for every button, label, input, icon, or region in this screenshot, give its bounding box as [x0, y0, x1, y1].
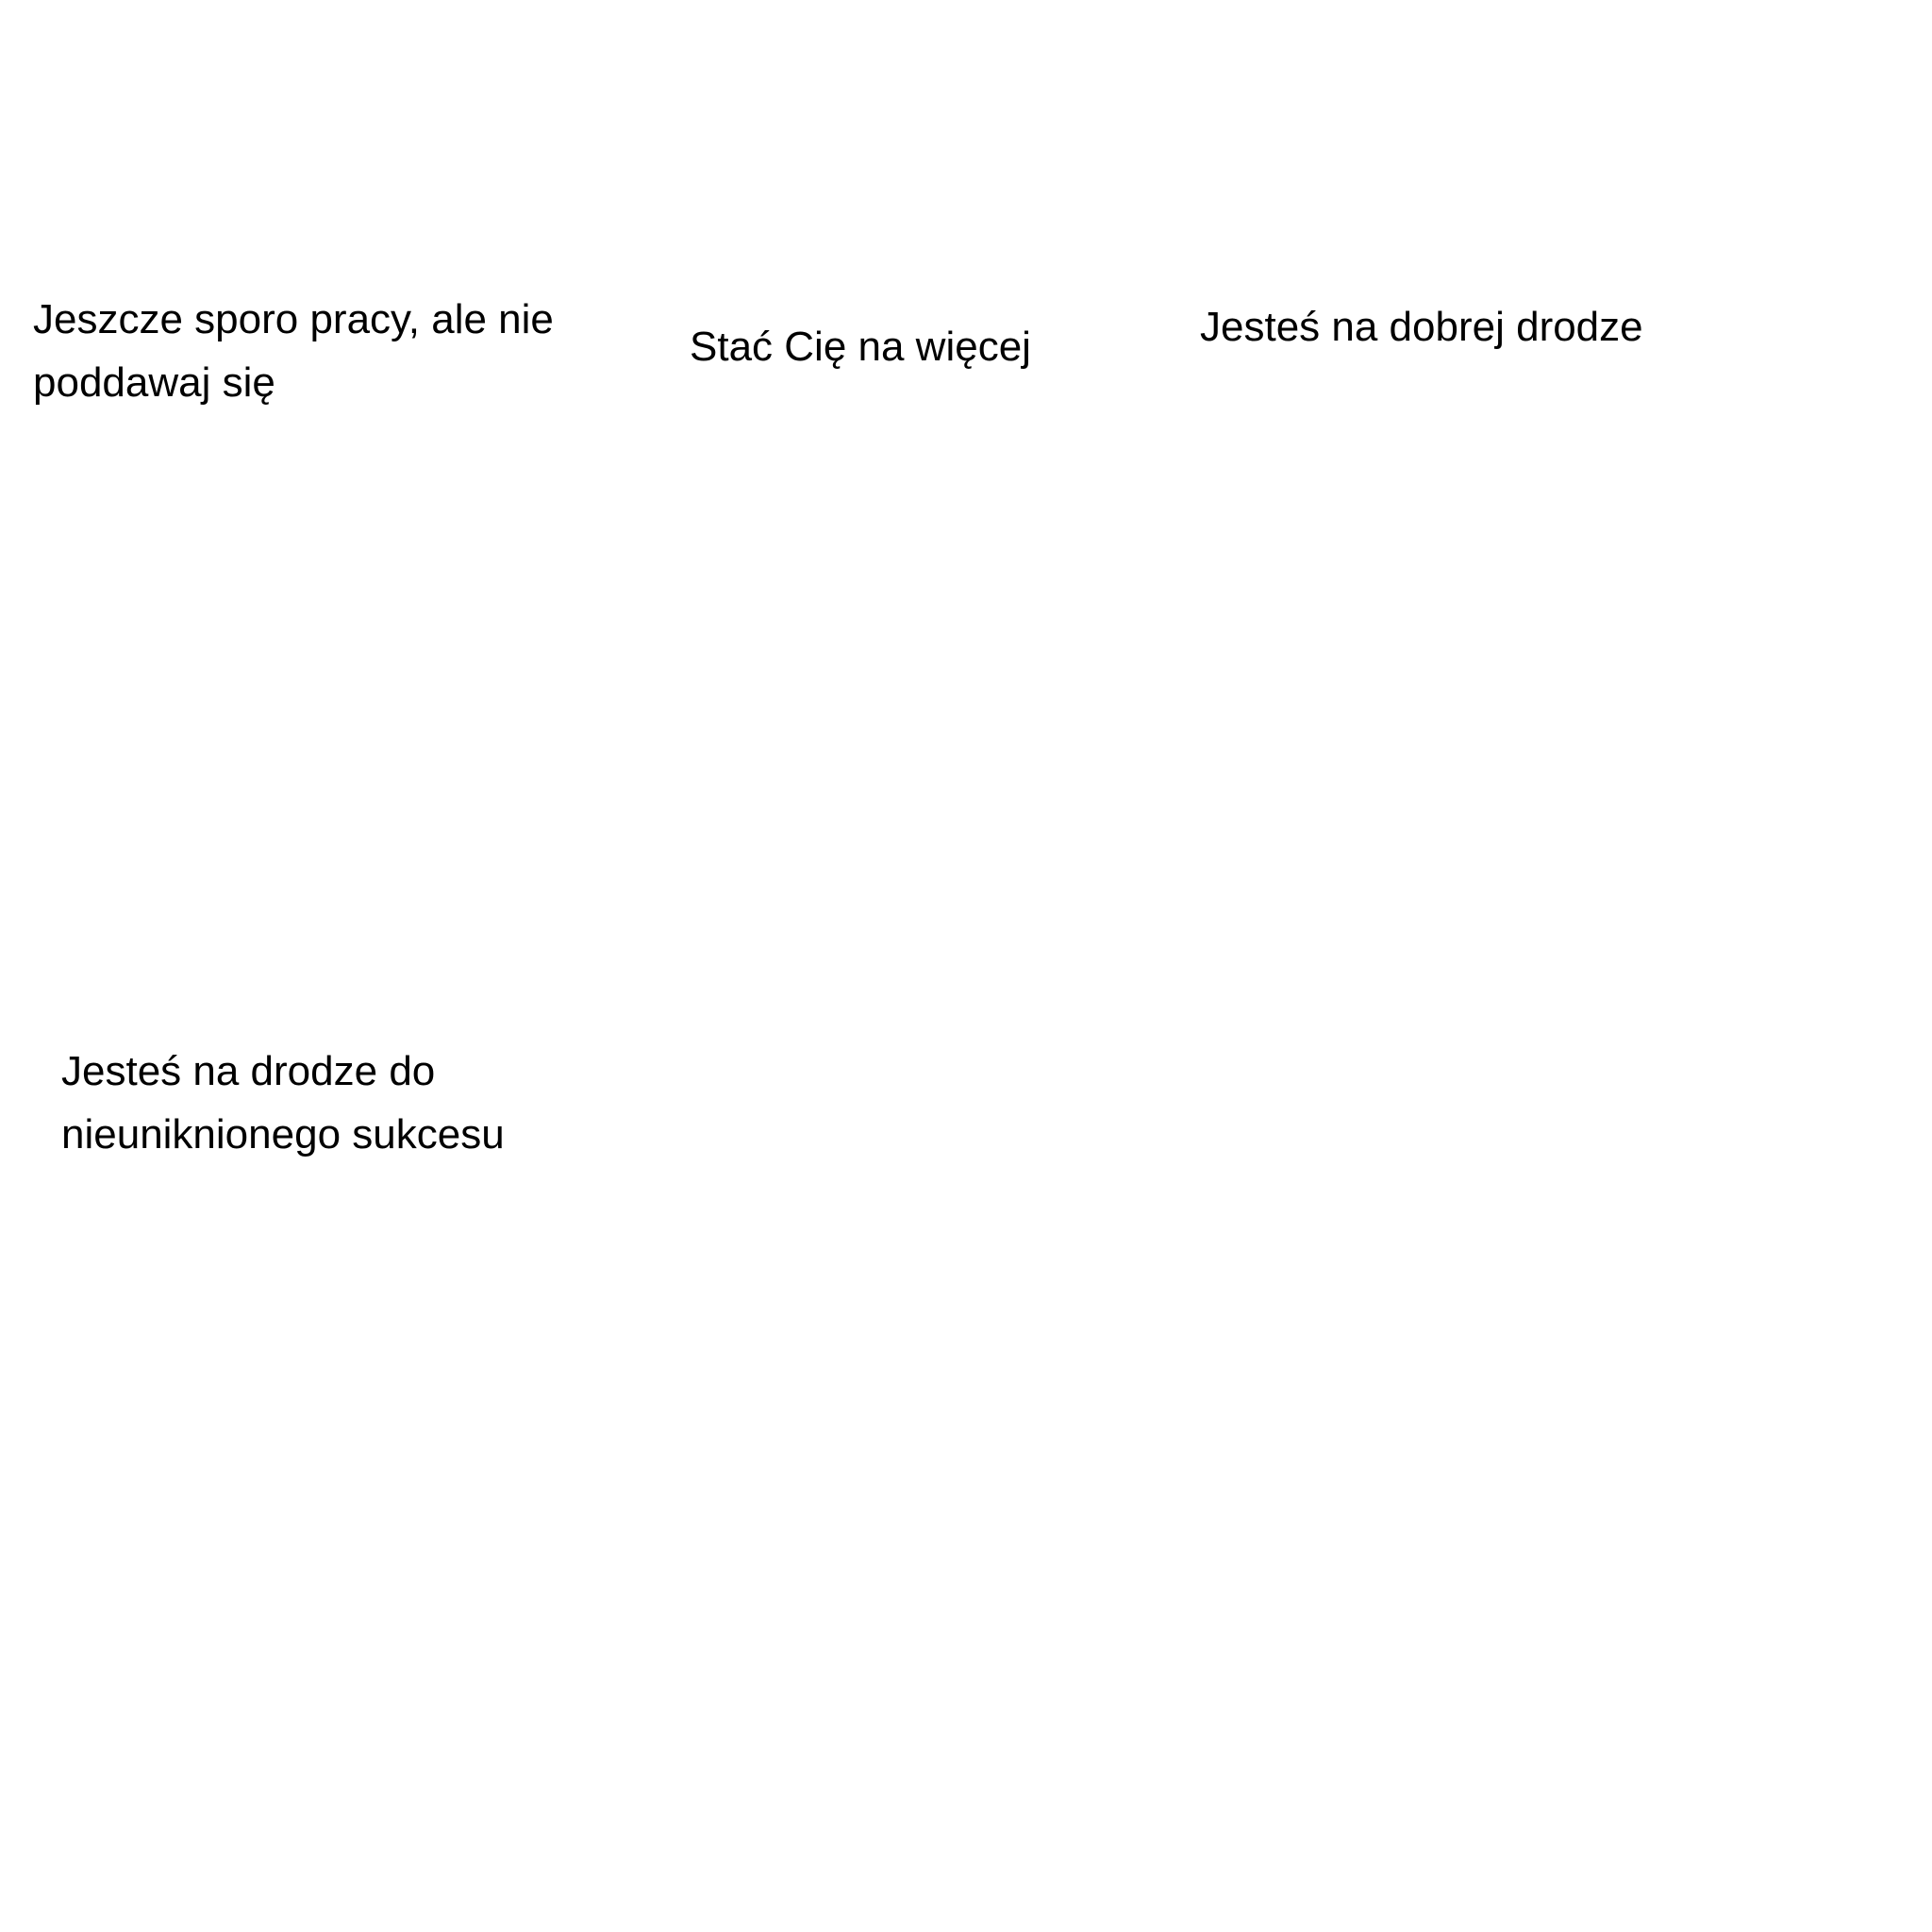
text-line: Jesteś na dobrej drodze: [1200, 304, 1643, 350]
text-line: Jeszcze sporo pracy, ale nie: [33, 296, 554, 342]
text-line: Jesteś na drodze do: [61, 1048, 436, 1094]
encouragement-text-on-right-track: Jesteś na dobrej drodze: [1200, 295, 1643, 358]
encouragement-text-keep-going: Jeszcze sporo pracy, ale nie poddawaj si…: [33, 288, 561, 414]
encouragement-text-inevitable-success: Jesteś na drodze do nieuniknionego sukce…: [61, 1040, 552, 1166]
text-line: nieuniknionego sukcesu: [61, 1111, 505, 1158]
text-line: poddawaj się: [33, 359, 275, 406]
encouragement-text-you-can-do-more: Stać Cię na więcej: [690, 315, 1031, 378]
page-canvas: Jeszcze sporo pracy, ale nie poddawaj si…: [0, 0, 1932, 1932]
text-line: Stać Cię na więcej: [690, 324, 1031, 370]
